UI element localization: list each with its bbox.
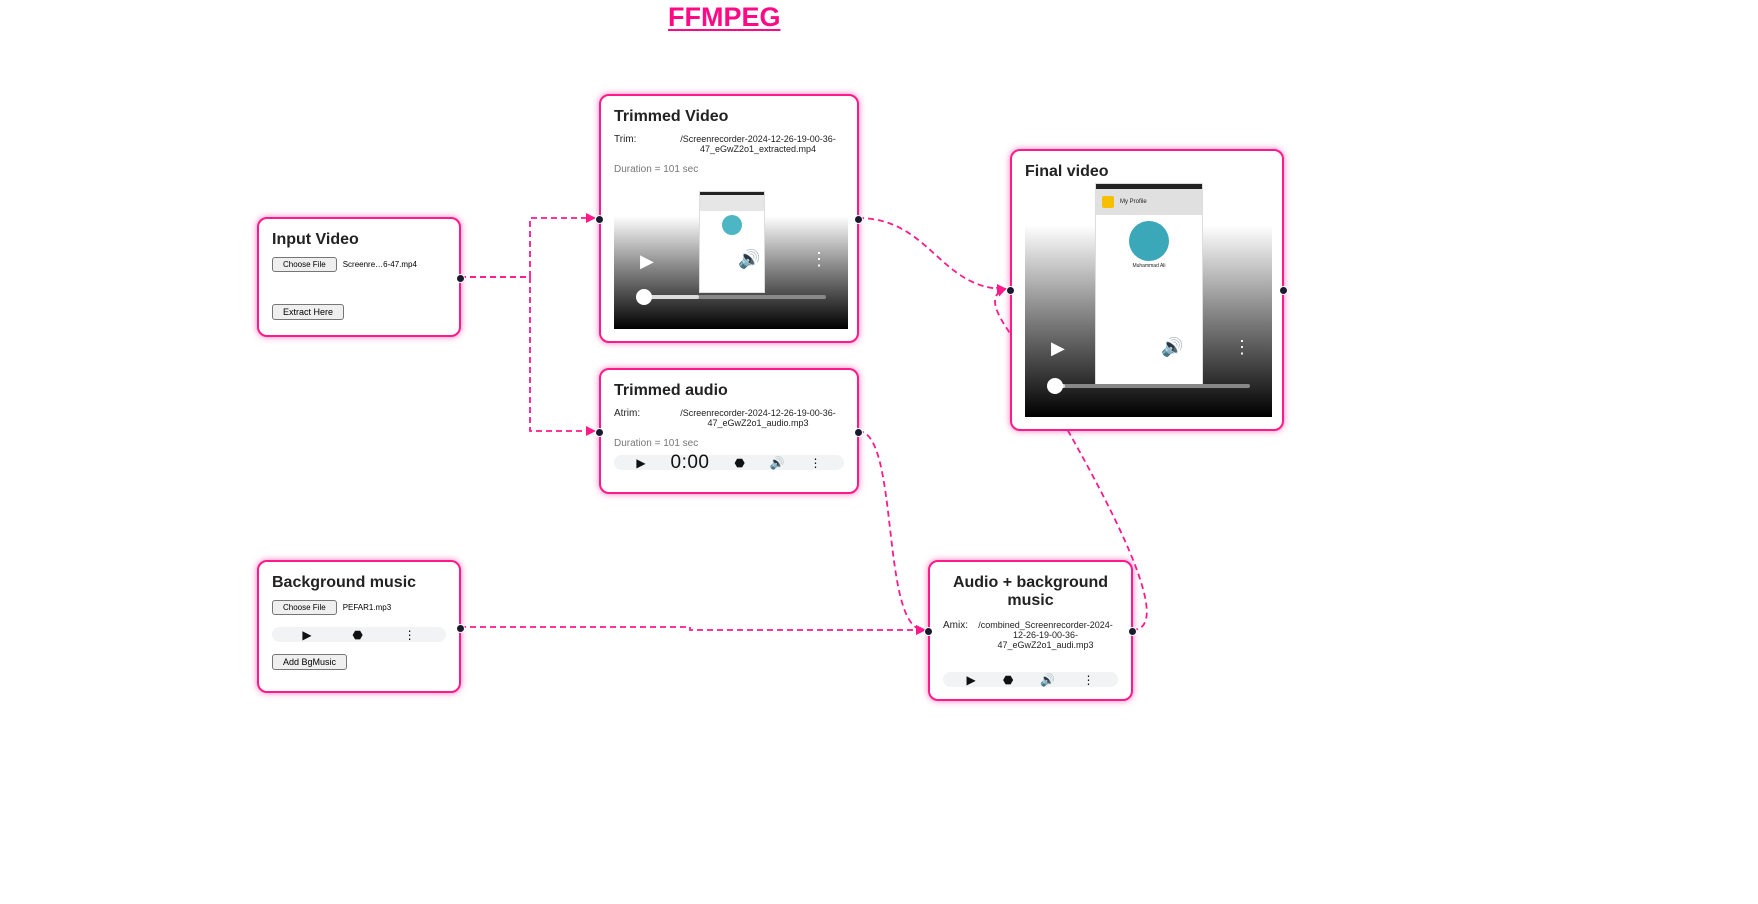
background-music-node[interactable]: Background music Choose File PEFAR1.mp3 … [257, 560, 465, 693]
user-name: Muhammad Ali [1132, 263, 1166, 269]
node-title: Input Video [272, 231, 359, 248]
audio-bg-node[interactable]: Audio + background music Amix: /combined… [924, 560, 1137, 701]
edge-input-to-trimmed-audio [460, 276, 596, 436]
seek-knob[interactable] [636, 289, 652, 305]
seek-bar[interactable] [644, 295, 826, 299]
output-handle[interactable] [456, 624, 465, 633]
play-icon[interactable]: ▶ [1051, 338, 1065, 359]
edge-input-to-trimmed-video [460, 213, 596, 278]
output-handle[interactable] [854, 215, 863, 224]
video-frame: My Profile Muhammad Ali [1095, 183, 1203, 385]
audio-time: 0:00 [670, 451, 710, 473]
volume-icon[interactable]: 🔊 [1161, 337, 1183, 358]
output-handle[interactable] [456, 274, 465, 283]
avatar [1129, 221, 1169, 261]
output-handle[interactable] [1128, 627, 1137, 636]
file-path: /Screenrecorder-2024-12-26-19-00-36-47_e… [680, 134, 836, 154]
seek-knob[interactable] [1047, 378, 1063, 394]
app-bar-title: My Profile [1120, 199, 1147, 205]
volume-icon[interactable]: 🔊 [738, 249, 760, 270]
input-handle[interactable] [595, 428, 604, 437]
choose-file-button[interactable]: Choose File [272, 600, 337, 615]
file-path: /combined_Screenrecorder-2024-12-26-19-0… [978, 620, 1113, 650]
node-title: Background music [272, 574, 417, 591]
app-title: FFMPEG [668, 2, 781, 32]
more-vert-icon[interactable]: ⋮ [810, 249, 828, 270]
seek-bar[interactable] [1055, 384, 1250, 388]
video-frame [699, 191, 765, 293]
add-bgmusic-button[interactable]: Add BgMusic [272, 654, 348, 670]
choose-file-button[interactable]: Choose File [272, 257, 337, 272]
play-icon[interactable]: ▶ [967, 673, 976, 687]
edge-trimmed-audio-to-mix [857, 430, 926, 635]
output-handle[interactable] [854, 428, 863, 437]
file-name: Screenre…6-47.mp4 [342, 260, 417, 269]
file-path: /Screenrecorder-2024-12-26-19-00-36-47_e… [680, 408, 836, 428]
play-icon[interactable]: ▶ [640, 251, 654, 272]
seek-fill [644, 295, 699, 299]
extract-button[interactable]: Extract Here [272, 304, 345, 320]
amix-label: Amix: [943, 620, 968, 631]
node-title: Final video [1025, 163, 1109, 180]
play-icon[interactable]: ▶ [302, 628, 311, 642]
edge-trimmed-video-to-final [857, 217, 1007, 294]
edge-layer [460, 213, 1148, 635]
audio-player[interactable]: ▶ ⬣ 🔊 ⋮ [943, 672, 1118, 687]
input-video-node[interactable]: Input Video Choose File Screenre…6-47.mp… [257, 217, 465, 337]
stop-icon[interactable]: ⬣ [734, 456, 744, 470]
trimmed-video-node[interactable]: Trimmed Video Trim: /Screenrecorder-2024… [595, 94, 863, 343]
final-video-node[interactable]: Final video My Profile Muhammad Ali ▶ 🔊 … [1006, 149, 1288, 431]
duration: Duration = 101 sec [614, 438, 699, 449]
more-vert-icon[interactable]: ⋮ [810, 456, 822, 470]
trimmed-audio-node[interactable]: Trimmed audio Atrim: /Screenrecorder-202… [595, 368, 863, 494]
duration: Duration = 101 sec [614, 164, 699, 175]
video-player[interactable]: ▶ 🔊 ⋮ [614, 191, 848, 329]
input-handle[interactable] [924, 627, 933, 636]
volume-icon[interactable]: 🔊 [770, 456, 785, 470]
video-player[interactable]: My Profile Muhammad Ali ▶ 🔊 ⋮ [1025, 183, 1272, 417]
audio-player[interactable]: ▶ ⬣ ⋮ [272, 627, 446, 642]
volume-icon[interactable]: 🔊 [1040, 673, 1055, 687]
atrim-label: Atrim: [614, 408, 641, 419]
stop-icon[interactable]: ⬣ [1003, 673, 1013, 687]
edge-bgmusic-to-mix [460, 625, 926, 635]
output-handle[interactable] [1279, 286, 1288, 295]
node-title: Trimmed Video [614, 108, 729, 125]
stop-icon[interactable]: ⬣ [352, 628, 362, 642]
play-icon[interactable]: ▶ [636, 456, 645, 470]
node-title: Audio + background music [952, 574, 1109, 609]
input-handle[interactable] [595, 215, 604, 224]
more-vert-icon[interactable]: ⋮ [1233, 337, 1251, 358]
folder-icon [1102, 196, 1114, 208]
node-title: Trimmed audio [614, 382, 728, 399]
file-name: PEFAR1.mp3 [342, 603, 392, 612]
more-vert-icon[interactable]: ⋮ [404, 628, 416, 642]
input-handle[interactable] [1006, 286, 1015, 295]
more-vert-icon[interactable]: ⋮ [1082, 673, 1094, 687]
audio-player[interactable]: ▶ 0:00 ⬣ 🔊 ⋮ [614, 452, 844, 473]
trim-label: Trim: [614, 134, 637, 145]
